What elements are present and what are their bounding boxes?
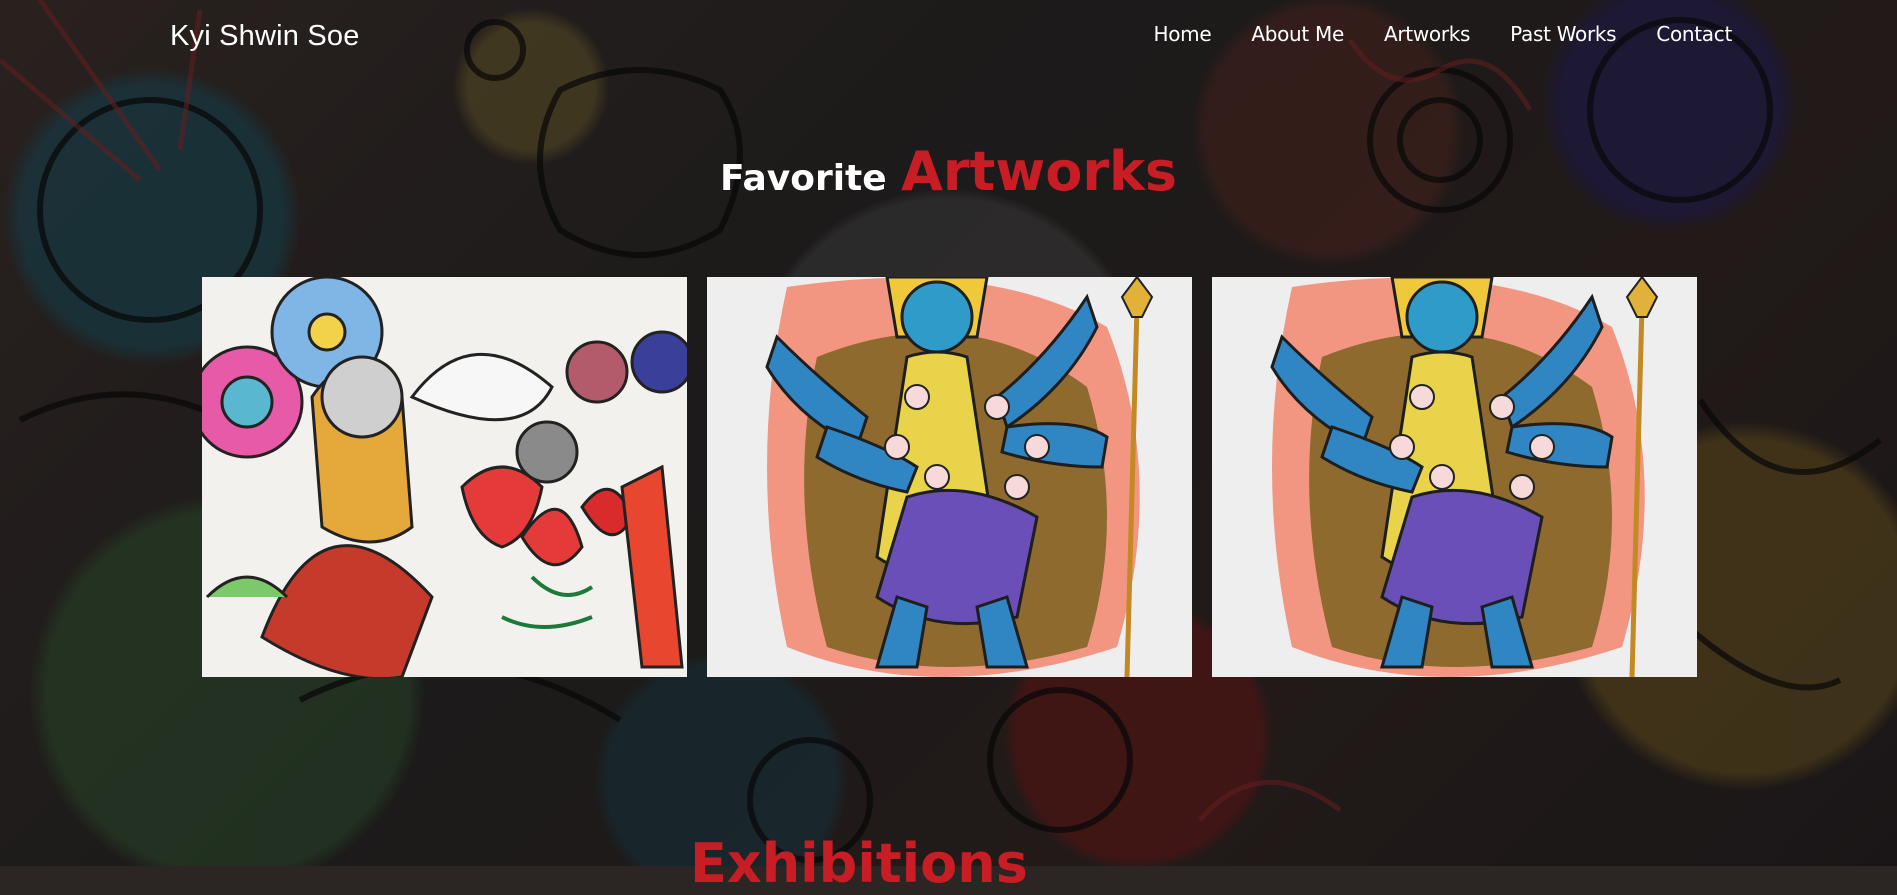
artwork-gallery	[202, 277, 1697, 677]
nav-past-works[interactable]: Past Works	[1510, 22, 1616, 46]
nav-about-me[interactable]: About Me	[1251, 22, 1344, 46]
heading-small: Favorite	[719, 158, 887, 199]
exhibitions-heading: Exhibitions	[690, 832, 1044, 895]
main-nav: Home About Me Artworks Past Works Contac…	[1153, 22, 1732, 46]
favorite-artworks-heading: Favorite Artworks	[0, 140, 1897, 203]
site-header: Kyi Shwin Soe Home About Me Artworks Pas…	[0, 0, 1897, 72]
heading-big: Artworks	[901, 140, 1178, 203]
artwork-image-1[interactable]	[202, 277, 687, 677]
nav-contact[interactable]: Contact	[1656, 22, 1732, 46]
artwork-image-2[interactable]	[707, 277, 1192, 677]
nav-home[interactable]: Home	[1153, 22, 1211, 46]
exhibitions-heading-big: Exhibitions	[690, 832, 1028, 895]
nav-artworks[interactable]: Artworks	[1384, 22, 1470, 46]
site-logo[interactable]: Kyi Shwin Soe	[170, 20, 360, 53]
artwork-image-3[interactable]	[1212, 277, 1697, 677]
